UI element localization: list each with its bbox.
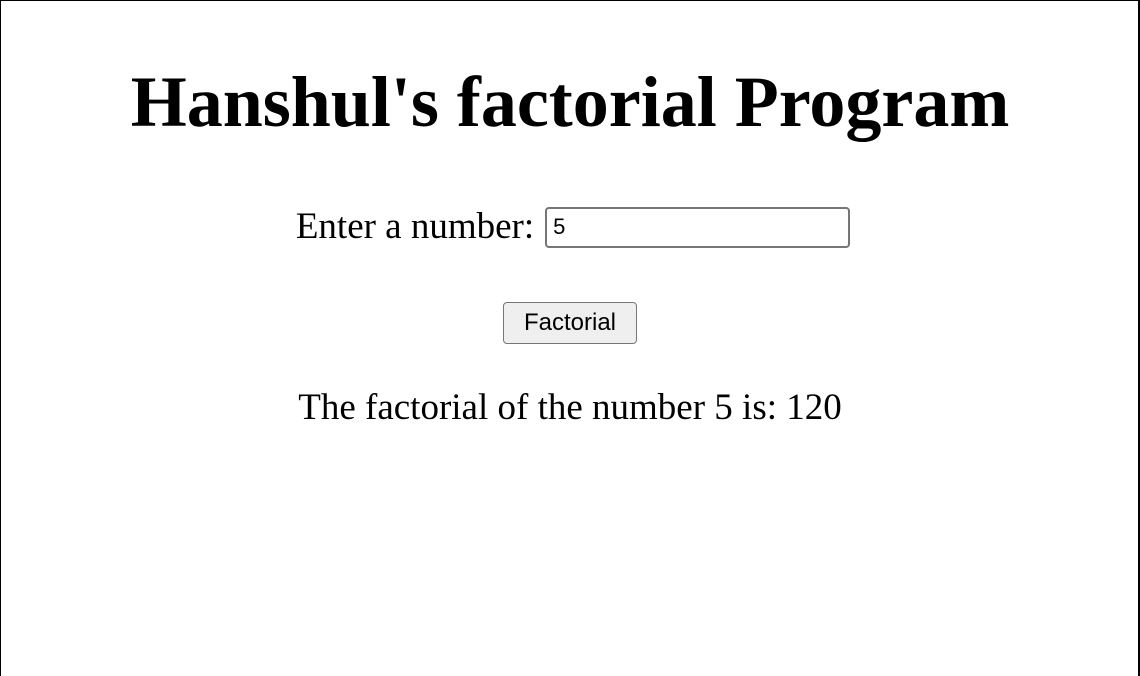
page: Hanshul's factorial Program Enter a numb…	[0, 0, 1140, 676]
number-input[interactable]	[545, 206, 851, 248]
factorial-button[interactable]: Factorial	[503, 302, 637, 344]
page-title: Hanshul's factorial Program	[130, 62, 1010, 142]
number-input-label: Enter a number:	[295, 206, 535, 247]
number-input-row: Enter a number:	[0, 202, 1140, 252]
result-text: The factorial of the number 5 is: 120	[298, 387, 842, 428]
button-row: Factorial	[0, 302, 1140, 344]
